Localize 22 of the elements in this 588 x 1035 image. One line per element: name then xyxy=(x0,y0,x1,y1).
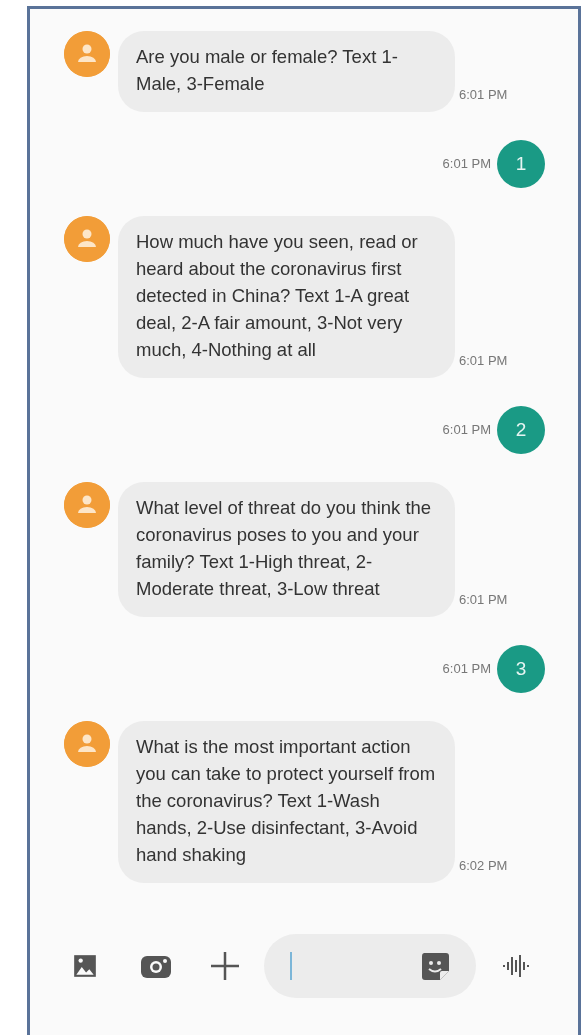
message-time: 6:01 PM xyxy=(442,421,491,440)
image-icon[interactable] xyxy=(72,953,98,979)
avatar-icon xyxy=(64,721,110,767)
message-bubble: What level of threat do you think the coronavirus poses to you and your family? Text 1-High threat, 2-Moderate threat, 3-Low threat xyxy=(118,482,455,617)
reply-bubble: 3 xyxy=(497,645,545,693)
message-time: 6:01 PM xyxy=(459,590,508,609)
camera-icon[interactable] xyxy=(140,953,172,979)
message-time: 6:01 PM xyxy=(459,351,508,370)
avatar-icon xyxy=(64,216,110,262)
avatar-icon xyxy=(64,482,110,528)
plus-icon[interactable] xyxy=(210,951,240,981)
message-time: 6:01 PM xyxy=(459,85,508,104)
reply-bubble: 1 xyxy=(497,140,545,188)
reply-bubble: 2 xyxy=(497,406,545,454)
sticker-icon[interactable] xyxy=(420,951,450,981)
message-time: 6:01 PM xyxy=(442,660,491,679)
message-bubble: How much have you seen, read or heard about the coronavirus first detected in China? Text 1-A great deal, 2-A fair amount, 3-Not very much, 4-Nothing at all xyxy=(118,216,455,378)
message-time: 6:01 PM xyxy=(442,155,491,174)
message-bubble: What is the most important action you can take to protect yourself from the coronavirus? Text 1-Wash hands, 2-Use disinfectant, 3-Avoid hand shaking xyxy=(118,721,455,883)
message-time: 6:02 PM xyxy=(459,856,508,875)
avatar-icon xyxy=(64,31,110,77)
message-bubble: Are you male or female? Text 1-Male, 3-Female xyxy=(118,31,455,112)
